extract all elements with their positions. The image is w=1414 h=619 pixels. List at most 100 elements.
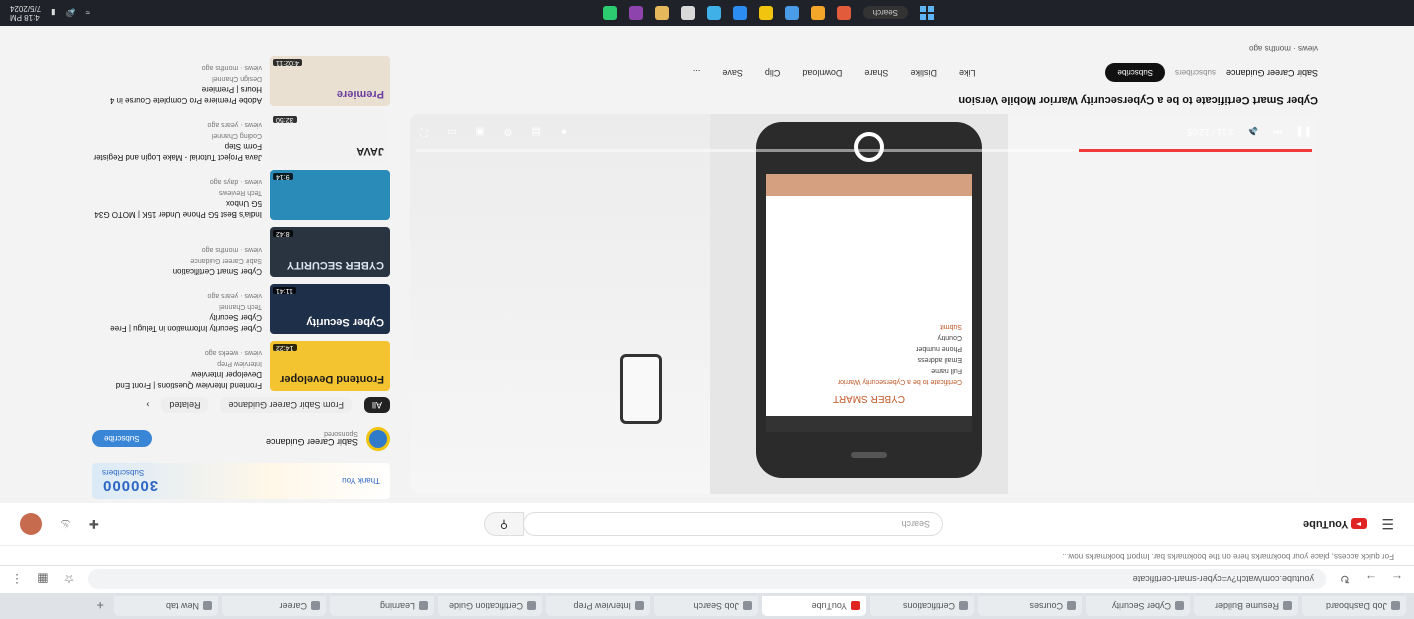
windows-start-icon[interactable]	[920, 6, 934, 20]
reload-icon[interactable]: ↻	[1338, 573, 1352, 587]
video-player[interactable]: CYBER SMART Certificate to be a Cybersec…	[410, 114, 1318, 494]
clip-button[interactable]: Clip	[765, 68, 781, 78]
url-field[interactable]: youtube.com/watch?v=cyber-smart-certific…	[88, 569, 1326, 590]
subscribe-button[interactable]: Subscribe	[1105, 63, 1166, 83]
battery-icon[interactable]: ▮	[51, 9, 55, 18]
youtube-logo-text: YouTube	[1303, 518, 1349, 530]
theater-mode-icon[interactable]: ▭	[444, 127, 460, 138]
channel-subscribers: subscribers	[1175, 68, 1216, 78]
more-actions-button[interactable]: ...	[693, 68, 701, 78]
wifi-icon[interactable]: ≈	[86, 9, 90, 18]
browser-tab[interactable]: Courses	[978, 596, 1082, 616]
download-button[interactable]: Download	[802, 68, 842, 78]
taskbar-app-icon[interactable]	[706, 6, 721, 20]
menu-dots-icon[interactable]: ⋮	[10, 573, 24, 587]
recommendation-thumbnail[interactable]: CYBER SECURITY 8:42	[270, 227, 390, 277]
hamburger-menu-icon[interactable]: ☰	[1381, 516, 1394, 533]
ad-banner[interactable]: Thank You 300000 Subscribers	[92, 463, 390, 499]
channel-name[interactable]: Sabir Career Guidance	[1226, 68, 1318, 78]
youtube-logo[interactable]: YouTube	[1303, 518, 1368, 530]
miniplayer-icon[interactable]: ▣	[472, 127, 488, 138]
browser-tab[interactable]: Job Search	[654, 596, 758, 616]
phone-line: Email address	[917, 356, 962, 363]
chevron-right-icon[interactable]: ›	[146, 400, 149, 410]
next-icon[interactable]: ⏭	[1270, 127, 1286, 138]
phone-screen: CYBER SMART Certificate to be a Cybersec…	[766, 174, 972, 432]
extensions-icon[interactable]: ▦	[36, 573, 50, 587]
phone-status-bar	[766, 416, 972, 432]
chip-all[interactable]: All	[363, 397, 390, 413]
browser-tab[interactable]: Job Dashboard	[1302, 596, 1406, 616]
ad-subtitle: Subscribers	[102, 468, 145, 477]
browser-tab[interactable]: Cyber Security	[1086, 596, 1190, 616]
duration-badge: 8:42	[273, 230, 293, 237]
captions-icon[interactable]: ▤	[528, 127, 544, 138]
like-button[interactable]: Like	[959, 68, 976, 78]
recommendation-thumbnail[interactable]: JAVA 32:50	[270, 113, 390, 163]
share-button[interactable]: Share	[864, 68, 888, 78]
video-title: Cyber Smart Certificate to be a Cybersec…	[958, 94, 1318, 106]
recommendation-item[interactable]: Cyber Security 11:41 Cyber Security Inform…	[92, 284, 390, 334]
browser-tab[interactable]: Certification Guide	[438, 596, 542, 616]
forward-icon[interactable]: →	[1364, 573, 1378, 587]
taskbar-app-icon[interactable]	[602, 6, 617, 20]
bell-icon[interactable]: ♨	[60, 517, 71, 531]
recommendation-item[interactable]: Premiere 4:02:11 Adobe Premiere Pro Comple…	[92, 56, 390, 106]
recommendation-thumbnail[interactable]: 9:14	[270, 170, 390, 220]
new-tab-button[interactable]: +	[90, 599, 110, 614]
recommendation-item[interactable]: Frontend Developer 14:22 Frontend Intervie…	[92, 341, 390, 391]
settings-gear-icon[interactable]: ⚙	[500, 127, 516, 138]
volume-icon[interactable]: 🔈	[1244, 127, 1260, 138]
browser-tab[interactable]: YouTube	[762, 596, 866, 616]
taskbar-app-icon[interactable]	[758, 6, 773, 20]
tab-favicon-icon	[527, 601, 536, 611]
phone-line: Country	[937, 334, 962, 341]
browser-tab[interactable]: Interview Prep	[546, 596, 650, 616]
phone-line: Submit	[940, 323, 962, 330]
autoplay-toggle-icon[interactable]: ●	[556, 127, 572, 138]
recommendation-channel: Tech Reviews	[218, 189, 262, 196]
avatar[interactable]	[20, 513, 42, 535]
taskbar-app-icon[interactable]	[628, 6, 643, 20]
save-button[interactable]: Save	[722, 68, 743, 78]
browser-tab[interactable]: Certifications	[870, 596, 974, 616]
star-icon[interactable]: ☆	[62, 573, 76, 587]
progress-bar[interactable]	[416, 149, 1312, 152]
play-icon[interactable]: ❚❚	[1295, 127, 1312, 138]
sponsor-subscribe-button[interactable]: Subscribe	[92, 430, 152, 448]
volume-icon[interactable]: 🔊	[66, 9, 76, 18]
recommendation-item[interactable]: CYBER SECURITY 8:42 Cyber Smart Certificat…	[92, 227, 390, 277]
create-icon[interactable]: ✚	[89, 517, 99, 531]
fullscreen-icon[interactable]: ⛶	[416, 127, 432, 138]
taskbar-app-icon[interactable]	[810, 6, 825, 20]
recommendation-channel: Sabir Career Guidance	[190, 257, 262, 264]
chip-from-channel[interactable]: From Sabir Career Guidance	[220, 397, 352, 413]
taskbar-search[interactable]: Search	[862, 6, 908, 20]
search-input[interactable]: Search	[523, 512, 944, 536]
taskbar-app-icon[interactable]	[732, 6, 747, 20]
browser-tab[interactable]: Learning	[330, 596, 434, 616]
browser-tab[interactable]: Resume Builder	[1194, 596, 1298, 616]
search-button[interactable]: ⚲	[484, 512, 525, 536]
clock[interactable]: 4:18 PM 7/5/2024	[10, 4, 41, 22]
taskbar-app-icon[interactable]	[680, 6, 695, 20]
recommendation-item[interactable]: 9:14 India's Best 5G Phone Under 15K | MO…	[92, 170, 390, 220]
chip-related[interactable]: Related	[161, 397, 209, 413]
recommendation-meta: views · weeks ago	[204, 349, 262, 356]
recommendation-channel: Tech Channel	[219, 303, 262, 310]
browser-tab[interactable]: Career	[222, 596, 326, 616]
taskbar-app-icon[interactable]	[836, 6, 851, 20]
phone-line: Full name	[931, 367, 962, 374]
tab-favicon-icon	[743, 601, 752, 611]
recommendation-thumbnail[interactable]: Frontend Developer 14:22	[270, 341, 390, 391]
recommendation-thumbnail[interactable]: Premiere 4:02:11	[270, 56, 390, 106]
browser-tab[interactable]: New tab	[114, 596, 218, 616]
taskbar-app-icon[interactable]	[784, 6, 799, 20]
dislike-button[interactable]: Dislike	[910, 68, 937, 78]
recommendation-channel: Coding Channel	[211, 132, 262, 139]
back-icon[interactable]: ←	[1390, 573, 1404, 587]
taskbar-app-icon[interactable]	[654, 6, 669, 20]
recommendation-title: Frontend Interview Questions | Front End…	[115, 370, 262, 390]
recommendation-item[interactable]: JAVA 32:50 Java Project Tutorial - Make Lo…	[92, 113, 390, 163]
recommendation-thumbnail[interactable]: Cyber Security 11:41	[270, 284, 390, 334]
